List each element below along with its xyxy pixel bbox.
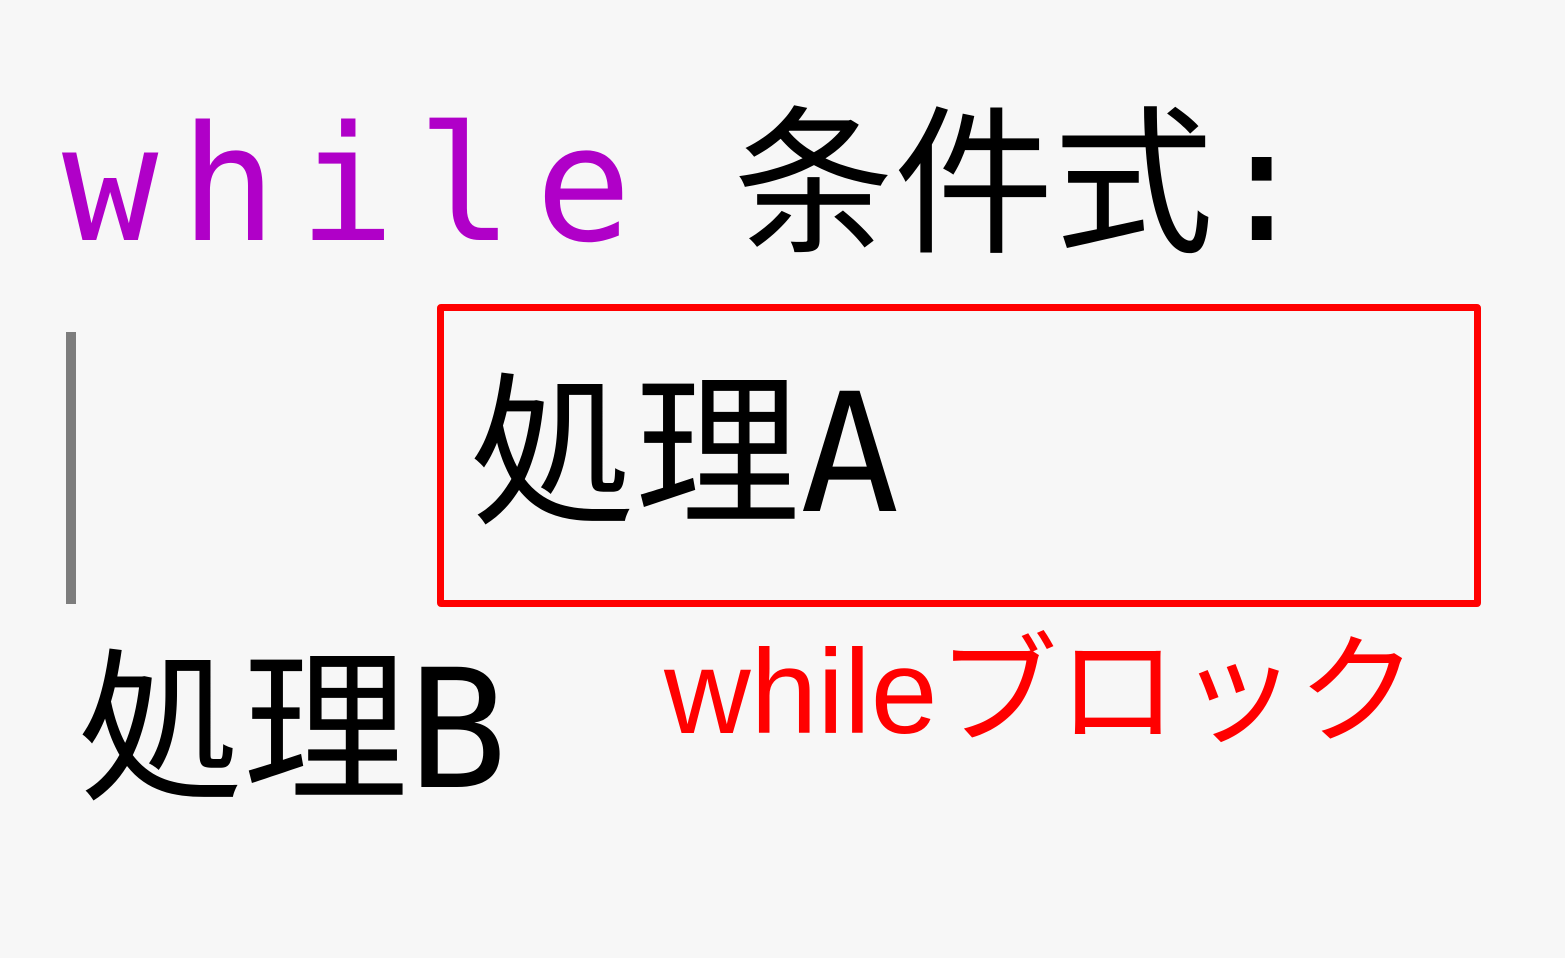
while-keyword: while — [62, 91, 654, 278]
loop-body-line: 処理A — [470, 358, 900, 550]
condition-expression: 条件式: — [733, 91, 1310, 278]
after-loop-line: 処理B — [78, 634, 508, 826]
code-editor: while 条件式: 処理A 処理B whileブロック — [0, 0, 1565, 958]
indent-guide — [66, 332, 76, 604]
while-block-annotation: whileブロック — [664, 625, 1418, 759]
while-statement-line: while 条件式: — [62, 105, 1310, 265]
